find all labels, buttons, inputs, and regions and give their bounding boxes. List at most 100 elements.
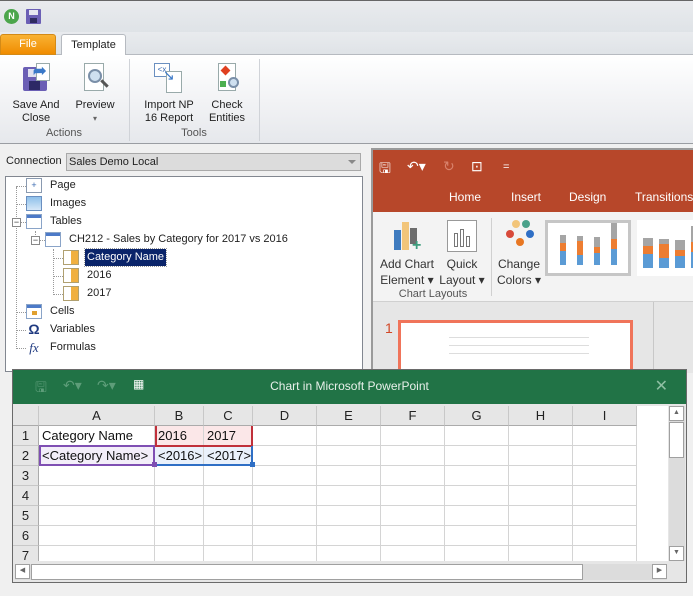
cell-f3[interactable] bbox=[381, 466, 445, 486]
row-header-4[interactable]: 4 bbox=[13, 486, 39, 506]
cell-b7[interactable] bbox=[155, 546, 204, 561]
column-header-b[interactable]: B bbox=[155, 406, 204, 426]
column-header-h[interactable]: H bbox=[509, 406, 573, 426]
cell-d6[interactable] bbox=[253, 526, 317, 546]
check-entities-button[interactable]: Check Entities bbox=[202, 61, 252, 125]
cell-e3[interactable] bbox=[317, 466, 381, 486]
cell-c3[interactable] bbox=[204, 466, 253, 486]
cell-d7[interactable] bbox=[253, 546, 317, 561]
row-header-7[interactable]: 7 bbox=[13, 546, 39, 561]
cell-b1[interactable]: 2016 bbox=[155, 426, 204, 446]
cell-h4[interactable] bbox=[509, 486, 573, 506]
cell-c1[interactable]: 2017 bbox=[204, 426, 253, 446]
cell-c5[interactable] bbox=[204, 506, 253, 526]
cell-d1[interactable] bbox=[253, 426, 317, 446]
cell-g6[interactable] bbox=[445, 526, 509, 546]
save-and-close-button[interactable]: ➦ Save And Close bbox=[8, 61, 64, 125]
horizontal-scrollbar[interactable]: ◀ ▶ bbox=[15, 564, 667, 580]
cell-a4[interactable] bbox=[39, 486, 155, 506]
collapse-tables-toggle[interactable]: − bbox=[12, 218, 21, 227]
cell-i3[interactable] bbox=[573, 466, 637, 486]
cell-d5[interactable] bbox=[253, 506, 317, 526]
cell-h7[interactable] bbox=[509, 546, 573, 561]
import-np16-report-button[interactable]: <x ↘ Import NP 16 Report bbox=[140, 61, 198, 125]
cell-a3[interactable] bbox=[39, 466, 155, 486]
cell-f2[interactable] bbox=[381, 446, 445, 466]
tab-template[interactable]: Template bbox=[61, 34, 126, 56]
cell-i1[interactable] bbox=[573, 426, 637, 446]
cell-h2[interactable] bbox=[509, 446, 573, 466]
scroll-right-icon[interactable]: ▶ bbox=[652, 564, 667, 579]
cell-e2[interactable] bbox=[317, 446, 381, 466]
cell-g2[interactable] bbox=[445, 446, 509, 466]
cell-a1[interactable]: Category Name bbox=[39, 426, 155, 446]
customize-qat-icon[interactable]: = bbox=[503, 161, 509, 173]
column-header-i[interactable]: I bbox=[573, 406, 637, 426]
cell-i4[interactable] bbox=[573, 486, 637, 506]
save-icon[interactable]: 🖫 bbox=[379, 158, 391, 182]
column-header-e[interactable]: E bbox=[317, 406, 381, 426]
cell-f6[interactable] bbox=[381, 526, 445, 546]
scroll-down-icon[interactable]: ▼ bbox=[669, 546, 684, 561]
cell-b5[interactable] bbox=[155, 506, 204, 526]
vertical-scrollbar[interactable]: ▲ ▼ bbox=[669, 406, 685, 561]
row-header-3[interactable]: 3 bbox=[13, 466, 39, 486]
redo-icon[interactable]: ↻ bbox=[443, 158, 455, 175]
row-header-2[interactable]: 2 bbox=[13, 446, 39, 466]
preview-button[interactable]: Preview ▾ bbox=[70, 61, 120, 125]
cell-e4[interactable] bbox=[317, 486, 381, 506]
save-icon[interactable] bbox=[26, 9, 41, 24]
chart-style-1[interactable] bbox=[545, 220, 631, 276]
cell-b4[interactable] bbox=[155, 486, 204, 506]
cell-e6[interactable] bbox=[317, 526, 381, 546]
tab-transitions[interactable]: Transitions bbox=[635, 190, 693, 204]
column-header-f[interactable]: F bbox=[381, 406, 445, 426]
chart-style-2[interactable] bbox=[637, 220, 693, 276]
cell-e5[interactable] bbox=[317, 506, 381, 526]
horizontal-scroll-thumb[interactable] bbox=[31, 564, 583, 580]
cell-a6[interactable] bbox=[39, 526, 155, 546]
cell-h6[interactable] bbox=[509, 526, 573, 546]
cell-i6[interactable] bbox=[573, 526, 637, 546]
cell-d4[interactable] bbox=[253, 486, 317, 506]
cell-h5[interactable] bbox=[509, 506, 573, 526]
cell-g7[interactable] bbox=[445, 546, 509, 561]
cell-c7[interactable] bbox=[204, 546, 253, 561]
cell-g5[interactable] bbox=[445, 506, 509, 526]
tab-insert[interactable]: Insert bbox=[511, 190, 541, 204]
row-header-6[interactable]: 6 bbox=[13, 526, 39, 546]
vertical-scroll-thumb[interactable] bbox=[669, 422, 684, 458]
column-header-a[interactable]: A bbox=[39, 406, 155, 426]
cell-b2[interactable]: <2016> bbox=[155, 446, 204, 466]
cell-g1[interactable] bbox=[445, 426, 509, 446]
slideshow-icon[interactable]: ⊡ bbox=[471, 158, 483, 175]
select-all-corner[interactable] bbox=[13, 406, 39, 426]
cell-a7[interactable] bbox=[39, 546, 155, 561]
change-colors-button[interactable]: Change Colors ▾ bbox=[495, 220, 543, 288]
quick-layout-button[interactable]: Quick Layout ▾ bbox=[437, 220, 487, 288]
add-chart-element-button[interactable]: + Add Chart Element ▾ bbox=[377, 220, 437, 288]
cell-b3[interactable] bbox=[155, 466, 204, 486]
cell-i5[interactable] bbox=[573, 506, 637, 526]
cell-f5[interactable] bbox=[381, 506, 445, 526]
scroll-left-icon[interactable]: ◀ bbox=[15, 564, 30, 579]
undo-icon[interactable]: ↶▾ bbox=[407, 158, 426, 175]
row-header-5[interactable]: 5 bbox=[13, 506, 39, 526]
cell-h1[interactable] bbox=[509, 426, 573, 446]
cell-g3[interactable] bbox=[445, 466, 509, 486]
column-header-c[interactable]: C bbox=[204, 406, 253, 426]
cell-e1[interactable] bbox=[317, 426, 381, 446]
cell-c6[interactable] bbox=[204, 526, 253, 546]
cell-f7[interactable] bbox=[381, 546, 445, 561]
cell-d3[interactable] bbox=[253, 466, 317, 486]
cell-c2[interactable]: <2017> bbox=[204, 446, 253, 466]
tab-file[interactable]: File bbox=[0, 34, 56, 55]
cell-i2[interactable] bbox=[573, 446, 637, 466]
row-header-1[interactable]: 1 bbox=[13, 426, 39, 446]
column-header-d[interactable]: D bbox=[253, 406, 317, 426]
cell-g4[interactable] bbox=[445, 486, 509, 506]
cell-c4[interactable] bbox=[204, 486, 253, 506]
cell-h3[interactable] bbox=[509, 466, 573, 486]
cell-b6[interactable] bbox=[155, 526, 204, 546]
cell-e7[interactable] bbox=[317, 546, 381, 561]
